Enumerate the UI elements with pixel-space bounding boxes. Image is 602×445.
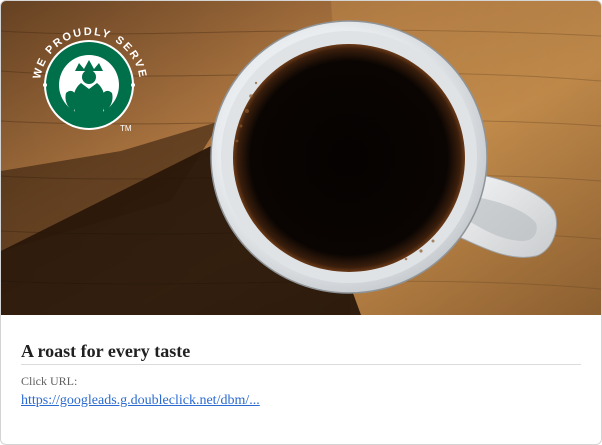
trademark-symbol: TM	[120, 124, 132, 133]
divider	[21, 364, 581, 365]
ad-image[interactable]: WE PROUDLY SERVE TM	[1, 1, 601, 315]
we-proudly-serve-logo: WE PROUDLY SERVE TM	[31, 26, 147, 133]
ad-headline: A roast for every taste	[21, 341, 191, 361]
click-url-link[interactable]: https://googleads.g.doubleclick.net/dbm/…	[21, 392, 260, 410]
ad-details: A roast for every taste Click URL: https…	[21, 327, 581, 410]
ad-preview-card: WE PROUDLY SERVE TM A roast for every ta…	[0, 0, 602, 445]
click-url-label: Click URL:	[21, 374, 78, 388]
